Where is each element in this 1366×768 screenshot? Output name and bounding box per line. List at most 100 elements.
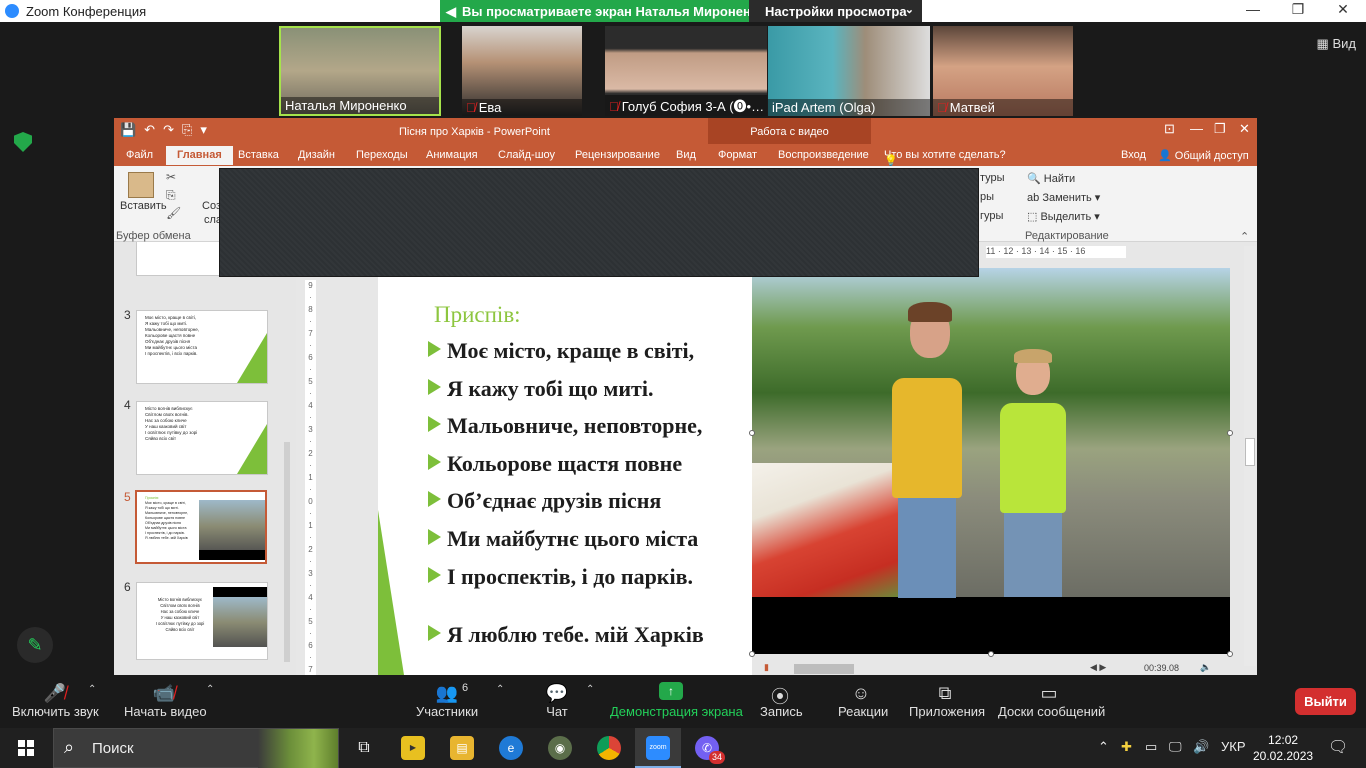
network-icon[interactable]: ▭ xyxy=(1145,739,1157,755)
video-tile[interactable]: 🎙̸ Ева xyxy=(462,26,582,116)
video-controls[interactable]: ▮ ◀ ▶ 00:39.08 🔈 xyxy=(760,660,1230,676)
view-button[interactable]: ▦ Вид xyxy=(1317,36,1356,52)
smartart-fragment[interactable]: гуры xyxy=(980,210,1003,222)
taskbar-clock[interactable]: 12:02 20.02.2023 xyxy=(1253,732,1313,764)
align-text-fragment[interactable]: ры xyxy=(980,191,994,203)
ppt-minimize-icon[interactable]: — xyxy=(1190,121,1203,136)
notifications-icon[interactable]: 🗨 xyxy=(1328,737,1348,757)
restore-icon[interactable]: ❐ xyxy=(1283,1,1313,18)
tab-review[interactable]: Рецензирование xyxy=(575,149,660,161)
chat-bubble-icon: 💬 xyxy=(545,683,569,703)
video-options-caret-icon[interactable]: ⌃ xyxy=(206,684,214,695)
annotate-pencil-icon[interactable]: ✎ xyxy=(17,627,53,663)
resize-handle[interactable] xyxy=(749,430,755,436)
volume-icon[interactable]: 🔊 xyxy=(1193,739,1209,755)
paste-icon[interactable] xyxy=(128,172,154,198)
input-language[interactable]: УКР xyxy=(1221,739,1246,754)
video-tile[interactable]: 🎙̸ Голуб София 3-А (⓿•… xyxy=(605,26,767,116)
share-screen-button[interactable]: ↑ Демонстрация экрана xyxy=(610,678,743,728)
video-tile[interactable]: iPad Artem (Olga) xyxy=(768,26,930,116)
minimize-icon[interactable]: — xyxy=(1238,1,1268,17)
tab-design[interactable]: Дизайн xyxy=(298,149,335,161)
apps-button[interactable]: ⧉ Приложения xyxy=(909,678,985,728)
lyric-line: Моє місто, краще в світі, xyxy=(428,338,694,364)
format-painter-icon[interactable]: 🖌 xyxy=(166,206,181,220)
chrome-browser-icon[interactable] xyxy=(597,736,621,760)
replace-button[interactable]: ab Заменить ▾ xyxy=(1027,191,1100,204)
ppt-close-icon[interactable]: ✕ xyxy=(1239,121,1250,137)
embedded-video[interactable] xyxy=(752,268,1230,654)
video-progress[interactable] xyxy=(794,664,854,674)
leave-meeting-button[interactable]: Выйти xyxy=(1295,688,1356,715)
volume-icon[interactable]: 🔈 xyxy=(1200,662,1211,673)
resize-handle[interactable] xyxy=(1227,651,1233,657)
resize-handle[interactable] xyxy=(1227,430,1233,436)
participants-caret-icon[interactable]: ⌃ xyxy=(496,684,504,695)
whiteboards-button[interactable]: ▭ Доски сообщений xyxy=(998,678,1105,728)
scroll-thumb[interactable] xyxy=(1245,438,1255,466)
file-explorer-icon[interactable]: ▤ xyxy=(450,736,474,760)
app-icon[interactable]: ◉ xyxy=(548,736,572,760)
tab-insert[interactable]: Вставка xyxy=(238,149,279,161)
slide-canvas[interactable]: Приспів: Моє місто, краще в світі, Я каж… xyxy=(378,268,752,675)
tab-transitions[interactable]: Переходы xyxy=(356,149,408,161)
tell-me-search[interactable]: 💡 Что вы хотите сделать? xyxy=(884,149,1006,167)
security-shield-icon[interactable] xyxy=(14,132,32,152)
resize-handle[interactable] xyxy=(749,651,755,657)
tab-file[interactable]: Файл xyxy=(126,149,153,161)
start-video-button[interactable]: 📹̸ Начать видео ⌃ xyxy=(124,678,214,728)
tab-home[interactable]: Главная xyxy=(166,146,233,165)
record-button[interactable]: ⦿ Запись xyxy=(760,678,803,728)
play-icon[interactable]: ▮ xyxy=(764,662,769,673)
edge-browser-icon[interactable]: e xyxy=(499,736,523,760)
viewing-screen-notice: ◀ Вы просматриваете экран Наталья Миронен… xyxy=(440,0,765,22)
reactions-button[interactable]: ☺ Реакции xyxy=(838,678,888,728)
ppt-restore-icon[interactable]: ❐ xyxy=(1214,121,1226,137)
monitor-icon[interactable]: 🖵 xyxy=(1169,739,1182,755)
slide-scrollbar[interactable] xyxy=(1244,246,1256,666)
select-button[interactable]: ⬚ Выделить ▾ xyxy=(1027,210,1100,223)
lyric-line: Я кажу тобі що миті. xyxy=(428,376,653,402)
text-direction-fragment[interactable]: туры xyxy=(980,172,1005,184)
task-view-icon[interactable]: ⧉ xyxy=(352,736,376,760)
mic-muted-icon: 🎙̸ xyxy=(937,100,947,115)
audio-options-caret-icon[interactable]: ⌃ xyxy=(88,684,96,695)
windows-start-icon[interactable] xyxy=(18,740,34,756)
tab-animation[interactable]: Анимация xyxy=(426,149,478,161)
zoom-taskbar-icon[interactable]: zoom xyxy=(646,736,670,760)
select-icon: ⬚ xyxy=(1027,211,1038,223)
quick-access-toolbar[interactable]: 💾↶↷⎘▾ xyxy=(120,122,215,138)
collapse-ribbon-icon[interactable]: ⌃ xyxy=(1240,230,1249,243)
sign-in-link[interactable]: Вход xyxy=(1121,149,1146,161)
thumbnail-scrollbar[interactable] xyxy=(284,442,290,662)
slide-thumbnail-6[interactable]: Місто вогнів виблискує Світлом своїх вог… xyxy=(136,582,268,660)
cut-icon[interactable]: ✂ xyxy=(166,170,176,184)
ribbon-display-icon[interactable]: ⊡ xyxy=(1164,121,1175,137)
chat-button[interactable]: 💬 Чат ⌃ xyxy=(544,678,595,728)
video-tile-host[interactable]: Наталья Мироненко xyxy=(279,26,441,116)
tray-app-icon[interactable]: ✚ xyxy=(1121,739,1132,755)
video-tile[interactable]: 🎙̸ Матвей xyxy=(933,26,1073,116)
participants-button[interactable]: 👥 6 Участники ⌃ xyxy=(416,678,504,728)
slide-thumbnail-3[interactable]: Моє місто, краще в світі, Я кажу тобі що… xyxy=(136,310,268,384)
share-button[interactable]: 👤 Общий доступ xyxy=(1158,149,1249,162)
tray-expand-icon[interactable]: ⌃ xyxy=(1098,739,1109,755)
view-options-button[interactable]: Настройки просмотра ⌄ xyxy=(749,0,922,22)
tab-view[interactable]: Вид xyxy=(676,149,696,161)
tab-slideshow[interactable]: Слайд-шоу xyxy=(498,149,555,161)
resize-handle[interactable] xyxy=(988,651,994,657)
skip-icon[interactable]: ◀ ▶ xyxy=(1090,662,1106,673)
media-player-icon[interactable]: ▶ xyxy=(401,736,425,760)
viber-icon[interactable]: ✆ 34 xyxy=(695,736,725,764)
chat-caret-icon[interactable]: ⌃ xyxy=(586,684,594,695)
find-button[interactable]: 🔍 Найти xyxy=(1027,172,1075,185)
slide-thumbnail-5-selected[interactable]: Приспів: Моє місто, краще в світі, Я каж… xyxy=(135,490,267,564)
copy-icon[interactable]: ⎘ xyxy=(166,188,176,203)
paste-label[interactable]: Вставить xyxy=(120,200,167,212)
unmute-button[interactable]: 🎤̸ Включить звук ⌃ xyxy=(12,678,99,728)
taskbar-search[interactable]: ⌕ Поиск xyxy=(53,728,339,768)
close-icon[interactable]: ✕ xyxy=(1328,1,1358,18)
tab-format[interactable]: Формат xyxy=(718,149,757,161)
tab-playback[interactable]: Воспроизведение xyxy=(778,149,869,161)
slide-thumbnail-4[interactable]: Місто вогнів виблискує Світлом своїх вог… xyxy=(136,401,268,475)
